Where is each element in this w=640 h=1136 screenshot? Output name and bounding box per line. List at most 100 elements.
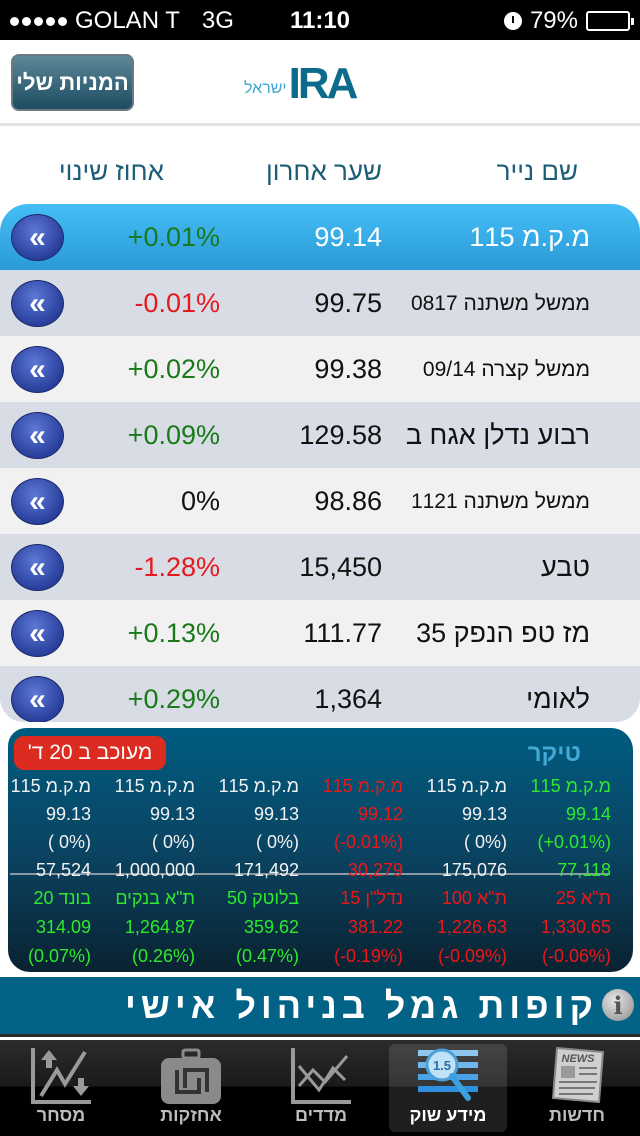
tab-news[interactable]: NEWS חדשות — [518, 1044, 636, 1132]
ticker-trade-name: מ.ק.מ 115 — [114, 776, 195, 796]
chevron-double-left-icon: « — [29, 286, 46, 320]
chevron-double-left-icon: « — [29, 352, 46, 386]
stock-name: מז טפ הנפק 35 — [416, 618, 590, 648]
ticker-trade-price: 99.13 — [253, 804, 299, 824]
battery-percent: 79% — [529, 7, 578, 34]
ticker-trade-price: 99.12 — [357, 804, 403, 824]
ira-logo: ישראל IRA — [244, 62, 358, 106]
banner-text: קופות גמל בניהול אישי — [125, 985, 598, 1026]
status-bar: GOLAN T 3G 11:10 79% — [0, 0, 640, 40]
ticker-title: טיקר — [527, 740, 581, 767]
stock-last-price: 1,364 — [314, 684, 382, 714]
alarm-icon — [503, 12, 522, 30]
stock-row[interactable]: « +0.29% 1,364 לאומי — [0, 666, 640, 722]
stock-row[interactable]: « -1.28% 15,450 טבע — [0, 534, 640, 600]
stock-name: ממשל קצרה 09/14 — [422, 358, 590, 381]
tab-label: אחזקות — [160, 1105, 222, 1125]
info-icon[interactable]: i — [602, 989, 634, 1021]
tab-label: מסחר — [36, 1105, 86, 1125]
index-value: 1,226.63 — [436, 917, 507, 937]
stock-change: +0.29% — [127, 684, 220, 714]
stock-change: -1.28% — [134, 552, 220, 582]
stock-name: ממשל משתנה 0817 — [410, 292, 590, 315]
stock-detail-button[interactable]: « — [11, 214, 64, 261]
stock-change: +0.09% — [127, 420, 220, 450]
ticker-trade-price: 99.13 — [149, 804, 195, 824]
ticker-index: בונד 20 314.09 (0.07%) — [8, 884, 91, 971]
stock-row[interactable]: « +0.09% 129.58 רבוע נדלן אגח ב — [0, 402, 640, 468]
status-right: 79% — [503, 7, 634, 35]
screen: GOLAN T 3G 11:10 79% המניות שלי ישראל IR… — [0, 0, 640, 1136]
index-change: (-0.09%) — [437, 946, 507, 966]
stock-detail-button[interactable]: « — [11, 478, 64, 525]
column-header-name[interactable]: שם נייר — [497, 156, 578, 187]
stock-detail-button[interactable]: « — [11, 544, 64, 591]
ticker-index: ת"א 100 1,226.63 (-0.09%) — [403, 884, 507, 971]
svg-text:NEWS: NEWS — [562, 1053, 596, 1065]
index-name: ת"א 100 — [441, 888, 507, 908]
ticker-trade: מ.ק.מ 115 99.13 ( 0%) 171,492 — [195, 772, 299, 884]
ticker-trade: מ.ק.מ 115 99.13 ( 0%) 1,000,000 — [91, 772, 195, 884]
ticker-trade-volume: 1,000,000 — [114, 860, 195, 880]
ticker-trade-volume: 30,279 — [347, 860, 403, 880]
stock-change: 0% — [180, 486, 220, 516]
tab-label: מדדים — [294, 1105, 348, 1125]
promo-banner[interactable]: קופות גמל בניהול אישי i — [0, 977, 640, 1037]
ticker-trade-volume: 57,524 — [35, 860, 91, 880]
ticker-trade: מ.ק.מ 115 99.13 ( 0%) 175,076 — [403, 772, 507, 884]
ticker-trade: מ.ק.מ 115 99.14 (+0.01%) 77,118 — [507, 772, 611, 884]
ticker-trade-change: ( 0%) — [463, 832, 507, 852]
ticker-index: ת"א 25 1,330.65 (-0.06%) — [507, 884, 611, 971]
stock-name: ממשל משתנה 1121 — [410, 490, 590, 513]
index-name: נדל"ן 15 — [340, 888, 403, 908]
stock-detail-button[interactable]: « — [11, 676, 64, 722]
tab-trading[interactable]: מסחר — [2, 1044, 120, 1132]
trading-chart-icon — [31, 1048, 91, 1104]
index-value: 1,330.65 — [540, 917, 611, 937]
market-info-badge: 1.5 — [433, 1058, 451, 1073]
stock-row[interactable]: « -0.01% 99.75 ממשל משתנה 0817 — [0, 270, 640, 336]
tab-holdings[interactable]: אחזקות — [132, 1044, 250, 1132]
column-header-change[interactable]: אחוז שינוי — [59, 156, 164, 187]
tab-indices[interactable]: מדדים — [262, 1044, 380, 1132]
stock-detail-button[interactable]: « — [11, 412, 64, 459]
ticker-trade-volume: 77,118 — [557, 860, 611, 880]
stock-row[interactable]: « +0.02% 99.38 ממשל קצרה 09/14 — [0, 336, 640, 402]
battery-icon — [586, 11, 634, 31]
ticker-trade-change: (+0.01%) — [537, 832, 611, 852]
index-value: 381.22 — [347, 917, 403, 937]
ticker-index: ת"א בנקים 1,264.87 (0.26%) — [91, 884, 195, 971]
stock-last-price: 99.38 — [314, 354, 382, 384]
stock-detail-button[interactable]: « — [11, 610, 64, 657]
ticker-trade: מ.ק.מ 115 99.13 ( 0%) 57,524 — [8, 772, 91, 884]
chevron-double-left-icon: « — [29, 616, 46, 650]
chevron-double-left-icon: « — [29, 418, 46, 452]
stock-row[interactable]: « 0% 98.86 ממשל משתנה 1121 — [0, 468, 640, 534]
stock-detail-button[interactable]: « — [11, 280, 64, 327]
chevron-double-left-icon: « — [29, 682, 46, 716]
stock-row[interactable]: « +0.13% 111.77 מז טפ הנפק 35 — [0, 600, 640, 666]
stock-name: רבוע נדלן אגח ב — [405, 420, 590, 450]
stock-last-price: 99.75 — [314, 288, 382, 318]
my-stocks-button[interactable]: המניות שלי — [11, 54, 134, 111]
ticker-trade-name: מ.ק.מ 115 — [10, 776, 91, 796]
stock-last-price: 98.86 — [314, 486, 382, 516]
ticker-index: נדל"ן 15 381.22 (-0.19%) — [299, 884, 403, 971]
ticker-trade-name: מ.ק.מ 115 — [218, 776, 299, 796]
tab-market-info[interactable]: 1.5 מידע שוק — [389, 1044, 507, 1132]
index-change: (0.47%) — [235, 946, 299, 966]
ticker-trade-name: מ.ק.מ 115 — [322, 776, 403, 796]
ticker-trade-change: ( 0%) — [255, 832, 299, 852]
stock-detail-button[interactable]: « — [11, 346, 64, 393]
index-value: 314.09 — [35, 917, 91, 937]
stock-row[interactable]: « +0.01% 99.14 מ.ק.מ 115 — [0, 204, 640, 270]
stock-last-price: 99.14 — [314, 222, 382, 252]
chevron-double-left-icon: « — [29, 484, 46, 518]
column-header-last-price[interactable]: שער אחרון — [266, 156, 382, 187]
stock-name: לאומי — [526, 684, 590, 714]
stock-list[interactable]: « +0.01% 99.14 מ.ק.מ 115 « -0.01% 99.75 ממשל מש… — [0, 204, 640, 722]
app-header: המניות שלי ישראל IRA — [0, 40, 640, 126]
index-name: ת"א בנקים — [115, 888, 195, 908]
index-name: ת"א 25 — [555, 888, 611, 908]
ticker-trade-name: מ.ק.מ 115 — [530, 776, 611, 796]
